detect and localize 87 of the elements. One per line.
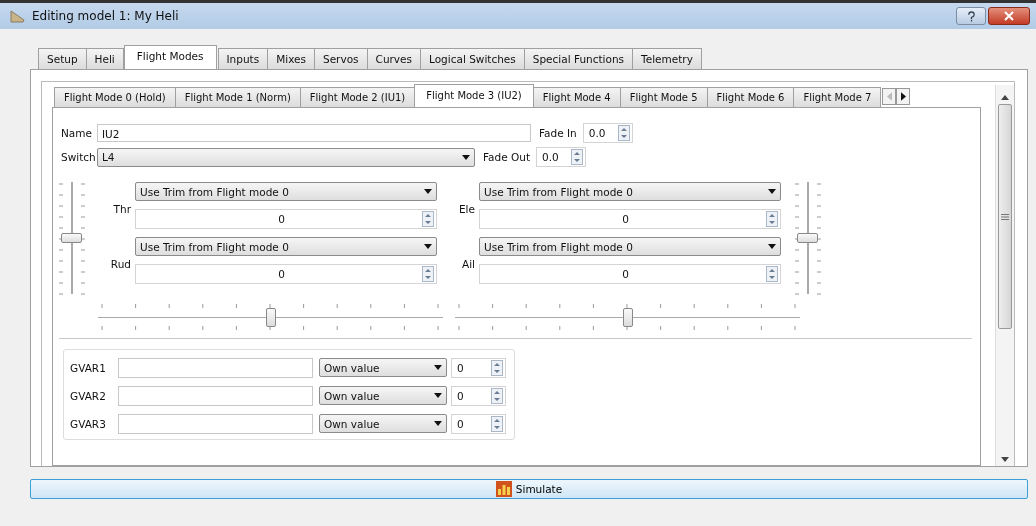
grip-icon: [1001, 213, 1009, 220]
left-arrow-icon: [886, 92, 892, 101]
caret-icon: [768, 189, 776, 194]
tab[interactable]: Setup: [38, 48, 87, 69]
pencil-icon: [10, 8, 26, 24]
tab[interactable]: Flight Modes: [123, 45, 217, 69]
stepper-icon[interactable]: [617, 125, 630, 141]
tab[interactable]: Logical Switches: [420, 48, 525, 69]
gvar-name-field[interactable]: [118, 413, 313, 434]
trim-slider[interactable]: [455, 302, 800, 332]
switch-dropdown[interactable]: L4: [97, 147, 475, 167]
tab[interactable]: Heli: [85, 48, 124, 69]
trim-mode-dropdown[interactable]: Use Trim from Flight mode 0: [135, 237, 437, 256]
chart-icon: [495, 481, 512, 497]
spin-box[interactable]: 0.0: [582, 123, 633, 143]
tab[interactable]: Flight Mode 0 (Hold): [54, 87, 176, 107]
slider-thumb[interactable]: [61, 233, 82, 243]
caret-icon: [424, 244, 432, 249]
field-label: Name: [61, 127, 93, 139]
stepper-icon[interactable]: [422, 266, 434, 282]
spin-box[interactable]: 0: [479, 209, 781, 229]
spin-box[interactable]: 0.0: [536, 147, 586, 167]
caret-icon: [434, 365, 442, 370]
slider-thumb[interactable]: [265, 308, 276, 327]
tab[interactable]: Flight Mode 4: [532, 87, 621, 107]
window-title: Editing model 1: My Heli: [32, 9, 179, 23]
field-label: Fade In: [539, 127, 577, 139]
trim-mode-dropdown[interactable]: Use Trim from Flight mode 0: [479, 182, 781, 201]
caret-icon: [424, 189, 432, 194]
gvar-mode-dropdown[interactable]: Own value: [319, 358, 447, 377]
close-icon: [1004, 11, 1014, 21]
spin-box[interactable]: 0: [135, 264, 437, 284]
scroll-right-button[interactable]: [896, 88, 911, 105]
tab[interactable]: Special Functions: [523, 48, 634, 69]
spin-box[interactable]: 0: [451, 357, 506, 378]
spin-box[interactable]: 0: [451, 385, 506, 406]
close-button[interactable]: [988, 7, 1030, 25]
tab[interactable]: Inputs: [217, 48, 269, 69]
gvar-label: GVAR2: [70, 389, 107, 402]
gvar-name-field[interactable]: [118, 385, 313, 406]
gvar-mode-dropdown[interactable]: Own value: [319, 386, 447, 405]
trim-slider[interactable]: [98, 302, 443, 332]
field-label: Fade Out: [483, 151, 530, 163]
gvar-label: GVAR1: [70, 361, 107, 374]
gvar-label: GVAR3: [70, 417, 107, 430]
help-button[interactable]: [956, 7, 986, 25]
stepper-icon[interactable]: [766, 211, 778, 227]
tab[interactable]: Curves: [366, 48, 421, 69]
tab[interactable]: Flight Mode 7: [793, 87, 882, 107]
slider-thumb[interactable]: [622, 308, 633, 327]
trim-mode-dropdown[interactable]: Use Trim from Flight mode 0: [479, 237, 781, 256]
right-arrow-icon: [900, 92, 906, 101]
stepper-icon[interactable]: [491, 415, 503, 432]
caret-icon: [768, 244, 776, 249]
question-mark-icon: [966, 10, 976, 22]
up-arrow-icon[interactable]: [1001, 95, 1009, 100]
spin-box[interactable]: 0: [451, 413, 506, 434]
caret-icon: [434, 393, 442, 398]
caret-icon: [462, 154, 470, 160]
tab[interactable]: Flight Mode 6: [706, 87, 795, 107]
stepper-icon[interactable]: [422, 211, 434, 227]
stepper-icon[interactable]: [491, 359, 503, 376]
slider-thumb[interactable]: [797, 233, 818, 243]
trim-label: Thr: [112, 202, 132, 215]
trim-mode-dropdown[interactable]: Use Trim from Flight mode 0: [135, 182, 437, 201]
spin-box[interactable]: 0: [479, 264, 781, 284]
stepper-icon[interactable]: [766, 266, 778, 282]
trim-label: Rud: [109, 257, 132, 270]
spin-box[interactable]: 0: [135, 209, 437, 229]
tab[interactable]: Servos: [314, 48, 368, 69]
name-field[interactable]: IU2: [97, 124, 531, 142]
tab[interactable]: Flight Mode 1 (Norm): [174, 87, 301, 107]
trim-label: Ele: [458, 202, 476, 215]
stepper-icon[interactable]: [491, 387, 503, 404]
tab[interactable]: Telemetry: [632, 48, 702, 69]
stepper-icon[interactable]: [571, 149, 583, 165]
gvar-mode-dropdown[interactable]: Own value: [319, 414, 447, 433]
tab[interactable]: Flight Mode 2 (IU1): [299, 87, 416, 107]
trim-label: Ail: [460, 257, 476, 270]
simulate-button[interactable]: Simulate: [30, 479, 1028, 499]
tab[interactable]: Mixes: [267, 48, 315, 69]
tab[interactable]: Flight Mode 5: [619, 87, 708, 107]
gvar-name-field[interactable]: [118, 357, 313, 378]
scrollbar[interactable]: [995, 85, 1014, 466]
field-label: Switch: [61, 151, 97, 163]
caret-icon: [434, 421, 442, 426]
down-arrow-icon[interactable]: [1001, 457, 1009, 462]
